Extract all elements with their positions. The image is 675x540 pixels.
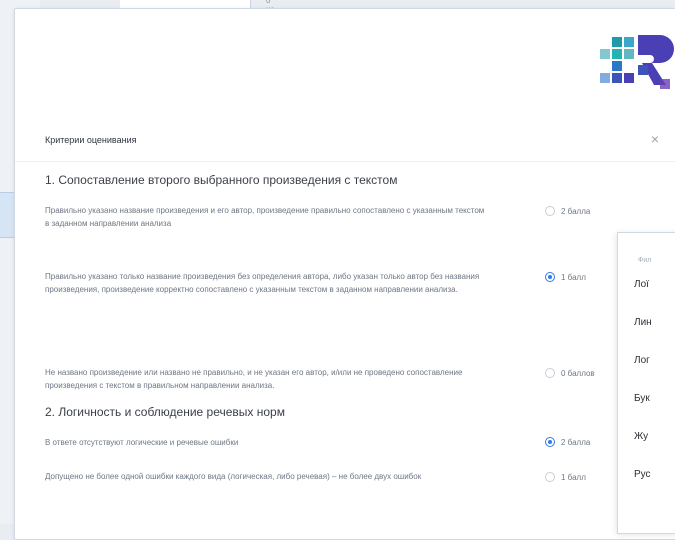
score-label: 1 балл xyxy=(561,272,586,282)
dropdown-header: Фил xyxy=(638,257,652,264)
dropdown-item[interactable]: Рус xyxy=(634,469,651,480)
dropdown-item[interactable]: Лог xyxy=(634,355,650,366)
criterion-option-2-points[interactable]: 2 балла xyxy=(545,437,590,447)
score-label: 0 баллов xyxy=(561,368,595,378)
brand-logo xyxy=(600,35,674,89)
criteria-modal: Критерии оценивания × 1. Сопоставление в… xyxy=(14,8,675,540)
score-label: 1 балл xyxy=(561,472,586,482)
criterion-option-2-points[interactable]: 2 балла xyxy=(545,206,590,216)
criterion-text: Допущено не более одной ошибки каждого в… xyxy=(45,472,422,481)
modal-header: Критерии оценивания × xyxy=(15,117,675,162)
modal-title: Критерии оценивания xyxy=(45,135,137,145)
radio-button[interactable] xyxy=(545,206,555,216)
criterion-option-0-points[interactable]: 0 баллов xyxy=(545,368,595,378)
section-title-2: 2. Логичность и соблюдение речевых норм xyxy=(45,405,285,419)
close-icon[interactable]: × xyxy=(645,129,665,149)
dropdown-item[interactable]: Лин xyxy=(634,317,652,328)
criterion-text: В ответе отсутствуют логические и речевы… xyxy=(45,438,239,447)
score-label: 2 балла xyxy=(561,206,591,216)
section-title-1: 1. Сопоставление второго выбранного прои… xyxy=(45,173,398,187)
dropdown-item[interactable]: Бук xyxy=(634,393,650,404)
score-label: 2 балла xyxy=(561,437,591,447)
dropdown-item[interactable]: Лої xyxy=(634,279,649,290)
criterion-text: Не названо произведение или названо не п… xyxy=(45,368,463,390)
radio-button-checked[interactable] xyxy=(545,272,555,282)
criterion-option-1-point[interactable]: 1 балл xyxy=(545,472,586,482)
radio-button[interactable] xyxy=(545,472,555,482)
criterion-option-1-point[interactable]: 1 балл xyxy=(545,272,586,282)
criterion-text: Правильно указано только название произв… xyxy=(45,272,480,294)
criterion-text: Правильно указано название произведения … xyxy=(45,206,485,228)
dropdown-item[interactable]: Жу xyxy=(634,431,648,442)
radio-button-checked[interactable] xyxy=(545,437,555,447)
subject-dropdown: Фил Лої Лин Лог Бук Жу Рус xyxy=(617,232,675,534)
radio-button[interactable] xyxy=(545,368,555,378)
